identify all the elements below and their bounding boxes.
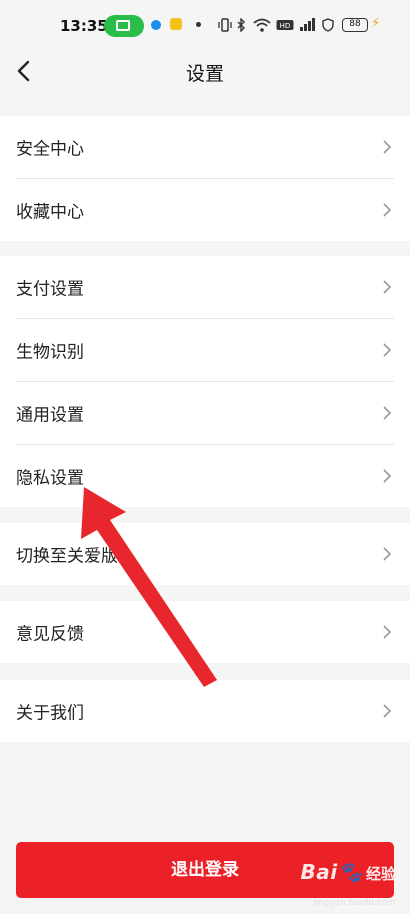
- chevron-right-icon: [383, 203, 392, 217]
- settings-item-care-mode[interactable]: 切换至关爱版: [16, 523, 394, 585]
- chevron-right-icon: [383, 547, 392, 561]
- status-bar: 13:35 HD 88 ⚡: [0, 0, 410, 52]
- page-title: 设置: [185, 63, 224, 85]
- app-notification-icon: [170, 18, 182, 30]
- settings-item-label: 支付设置: [16, 279, 84, 300]
- settings-group: 关于我们: [0, 680, 410, 742]
- settings-item-about-us[interactable]: 关于我们: [16, 680, 394, 742]
- battery-level: 88: [342, 18, 368, 32]
- charging-icon: ⚡: [371, 16, 381, 31]
- settings-group: 切换至关爱版: [0, 523, 410, 585]
- status-time: 13:35: [60, 17, 108, 35]
- settings-item-privacy[interactable]: 隐私设置: [16, 444, 394, 507]
- watermark-url: jingyan.baidu.com: [312, 898, 396, 908]
- screen-share-pill[interactable]: [104, 15, 144, 37]
- chevron-right-icon: [383, 704, 392, 718]
- shield-icon: [322, 18, 334, 32]
- settings-item-label: 安全中心: [16, 139, 84, 160]
- screen-share-icon: [116, 20, 130, 31]
- chevron-right-icon: [383, 469, 392, 483]
- chevron-right-icon: [383, 343, 392, 357]
- watermark-logo: Bai🐾 经验: [300, 860, 396, 884]
- signal-icon: [300, 18, 315, 31]
- chevron-right-icon: [383, 625, 392, 639]
- notification-dot-icon: [196, 22, 201, 27]
- settings-item-security-center[interactable]: 安全中心: [16, 116, 394, 178]
- settings-item-payment[interactable]: 支付设置: [16, 256, 394, 318]
- app-notification-icon: [151, 20, 161, 30]
- nav-bar: 设置: [0, 52, 410, 92]
- chevron-right-icon: [383, 280, 392, 294]
- settings-group: 意见反馈: [0, 601, 410, 663]
- settings-item-label: 隐私设置: [16, 468, 84, 489]
- settings-group: 支付设置 生物识别 通用设置 隐私设置: [0, 256, 410, 507]
- settings-item-label: 关于我们: [16, 703, 84, 724]
- chevron-right-icon: [383, 140, 392, 154]
- vibrate-icon: [218, 18, 232, 32]
- settings-item-biometrics[interactable]: 生物识别: [16, 318, 394, 381]
- hd-voice-icon: HD: [276, 20, 294, 30]
- settings-item-feedback[interactable]: 意见反馈: [16, 601, 394, 663]
- svg-text:HD: HD: [280, 22, 291, 30]
- bluetooth-icon: [237, 18, 245, 32]
- settings-group: 安全中心 收藏中心: [0, 116, 410, 241]
- settings-item-favorites-center[interactable]: 收藏中心: [16, 178, 394, 241]
- settings-item-label: 意见反馈: [16, 624, 84, 645]
- settings-item-general[interactable]: 通用设置: [16, 381, 394, 444]
- chevron-right-icon: [383, 406, 392, 420]
- settings-item-label: 生物识别: [16, 342, 84, 363]
- wifi-icon: [253, 18, 271, 32]
- settings-item-label: 通用设置: [16, 405, 84, 426]
- settings-item-label: 切换至关爱版: [16, 546, 118, 567]
- settings-item-label: 收藏中心: [16, 202, 84, 223]
